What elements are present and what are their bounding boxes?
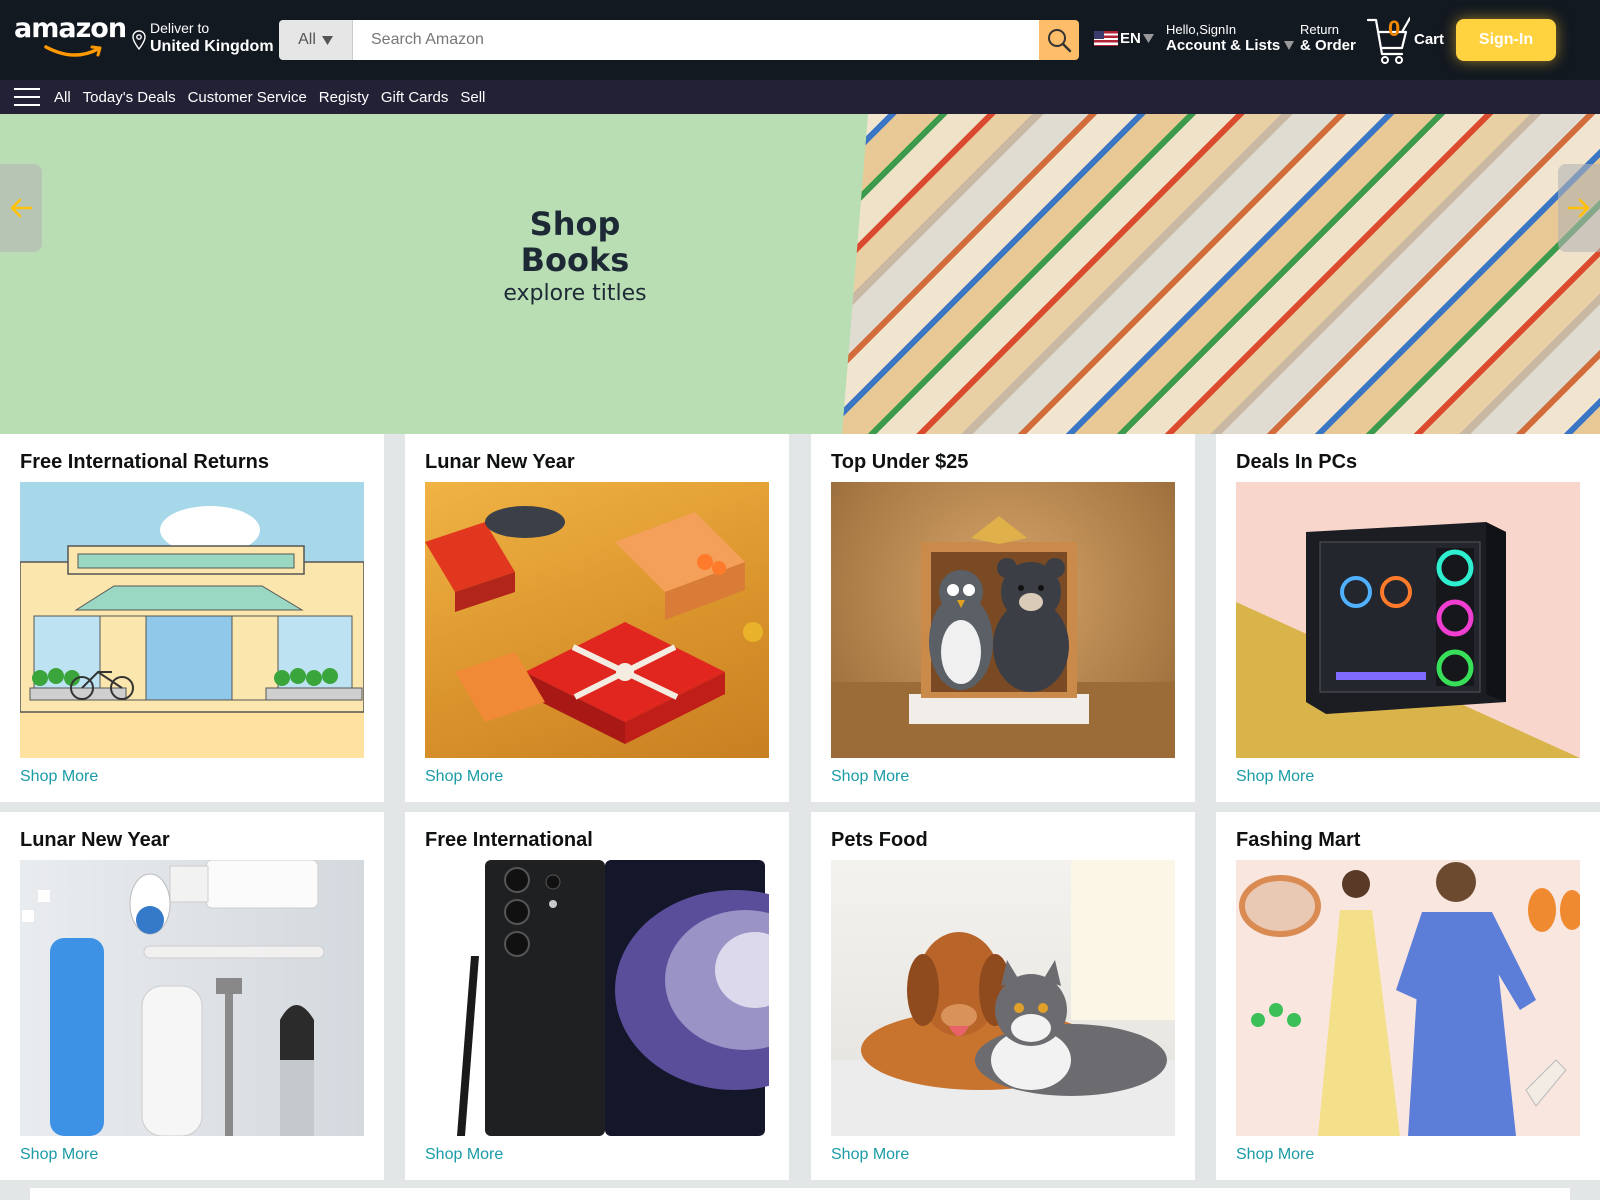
search-input[interactable]	[353, 20, 1039, 60]
account-lists[interactable]: Hello,SignIn Account & Lists	[1166, 22, 1295, 55]
card-title: Lunar New Year	[425, 451, 575, 473]
card-title: Free International	[425, 829, 593, 851]
shop-more-link[interactable]: Shop More	[425, 768, 769, 786]
card-image-storefront[interactable]	[20, 482, 364, 758]
books-image	[842, 114, 1600, 434]
deliver-location: United Kingdom	[150, 38, 274, 55]
card-image-pc-case[interactable]	[1236, 482, 1580, 758]
nav-item-registry[interactable]: Registy	[319, 89, 369, 106]
card-title: Free International Returns	[20, 451, 269, 473]
hero-subtitle: explore titles	[503, 281, 647, 306]
nav-item-customer-service[interactable]: Customer Service	[188, 89, 307, 106]
language-label: EN	[1120, 30, 1141, 47]
search-category-select[interactable]: All	[279, 20, 353, 60]
card-title: Top Under $25	[831, 451, 969, 473]
card-title: Lunar New Year	[20, 829, 170, 851]
returns-top: Return	[1300, 22, 1340, 37]
product-card: Fashing Mart Shop More	[1216, 812, 1600, 1180]
card-image-plush-toys[interactable]	[831, 482, 1175, 758]
smartphone-illustration	[457, 860, 769, 1136]
hamburger-icon[interactable]	[14, 88, 40, 106]
deliver-label: Deliver to	[150, 20, 210, 36]
product-card: Pets Food Shop More	[811, 812, 1195, 1180]
map-pin-icon	[132, 30, 146, 50]
hero-text: Shop Books explore titles	[480, 206, 670, 310]
pets-illustration	[831, 860, 1175, 1136]
plush-toys-illustration	[831, 516, 1175, 758]
card-image-gifts[interactable]	[425, 482, 769, 758]
logo-smile-icon	[44, 45, 102, 57]
product-card: Top Under $25 Shop More	[811, 434, 1195, 802]
chevron-down-icon	[321, 35, 333, 45]
carousel-prev-button[interactable]	[0, 164, 42, 252]
card-title: Deals In PCs	[1236, 451, 1358, 473]
next-section-edge	[30, 1188, 1570, 1200]
product-card: Deals In PCs Shop More	[1216, 434, 1600, 802]
search-bar: All	[279, 20, 1079, 60]
pc-case-illustration	[1236, 522, 1580, 758]
product-card: Free International Shop More	[405, 812, 789, 1180]
card-title: Fashing Mart	[1236, 829, 1361, 851]
cart-label: Cart	[1414, 31, 1445, 48]
shop-more-link[interactable]: Shop More	[20, 1146, 364, 1164]
nav-item-sell[interactable]: Sell	[460, 89, 485, 106]
card-image-phone[interactable]	[425, 860, 769, 1136]
hero-banner[interactable]: Shop Books explore titles	[0, 114, 1600, 434]
chevron-down-icon	[1142, 34, 1154, 43]
account-label: Account & Lists	[1166, 37, 1295, 55]
storefront-illustration	[20, 482, 364, 758]
product-card: Lunar New Year Shop More	[405, 434, 789, 802]
logo-text: amazon	[14, 13, 127, 44]
toiletries-illustration	[22, 860, 325, 1136]
nav-item-todays-deals[interactable]: Today's Deals	[83, 89, 176, 106]
amazon-logo[interactable]: amazon	[14, 13, 127, 58]
nav-item-all[interactable]: All	[54, 89, 71, 106]
hero-title: Shop Books	[520, 205, 630, 279]
card-title: Pets Food	[831, 829, 928, 851]
card-image-pets[interactable]	[831, 860, 1175, 1136]
product-card: Free International Returns Shop More	[0, 434, 384, 802]
shop-more-link[interactable]: Shop More	[831, 1146, 1175, 1164]
chevron-down-icon	[1284, 41, 1295, 50]
us-flag-icon	[1094, 31, 1118, 46]
search-icon	[1048, 29, 1072, 53]
shop-more-link[interactable]: Shop More	[20, 768, 364, 786]
returns-orders[interactable]: Return & Order	[1300, 22, 1356, 55]
search-button[interactable]	[1039, 20, 1079, 60]
gift-boxes-illustration	[425, 506, 763, 744]
shop-more-link[interactable]: Shop More	[425, 1146, 769, 1164]
search-category-label: All	[298, 31, 316, 48]
language-selector[interactable]: EN	[1094, 30, 1154, 47]
sign-in-button[interactable]: Sign-In	[1456, 19, 1556, 61]
shop-more-link[interactable]: Shop More	[1236, 768, 1580, 786]
account-greeting: Hello,SignIn	[1166, 22, 1237, 37]
shop-more-link[interactable]: Shop More	[1236, 1146, 1580, 1164]
product-card: Lunar New Year Shop More	[0, 812, 384, 1180]
cart-button[interactable]: 0 Cart	[1366, 16, 1446, 66]
card-image-toiletries[interactable]	[20, 860, 364, 1136]
nav-item-gift-cards[interactable]: Gift Cards	[381, 89, 449, 106]
fashion-illustration	[1239, 862, 1580, 1136]
carousel-next-button[interactable]	[1558, 164, 1600, 252]
arrow-right-icon	[1567, 198, 1590, 218]
shop-more-link[interactable]: Shop More	[831, 768, 1175, 786]
cart-count: 0	[1388, 16, 1401, 41]
arrow-left-icon	[10, 198, 33, 218]
nav-bar: All Today's Deals Customer Service Regis…	[0, 80, 1600, 114]
returns-bottom: & Order	[1300, 37, 1356, 54]
top-header: amazon Deliver to United Kingdom All EN	[0, 0, 1600, 80]
card-image-fashion[interactable]	[1236, 860, 1580, 1136]
